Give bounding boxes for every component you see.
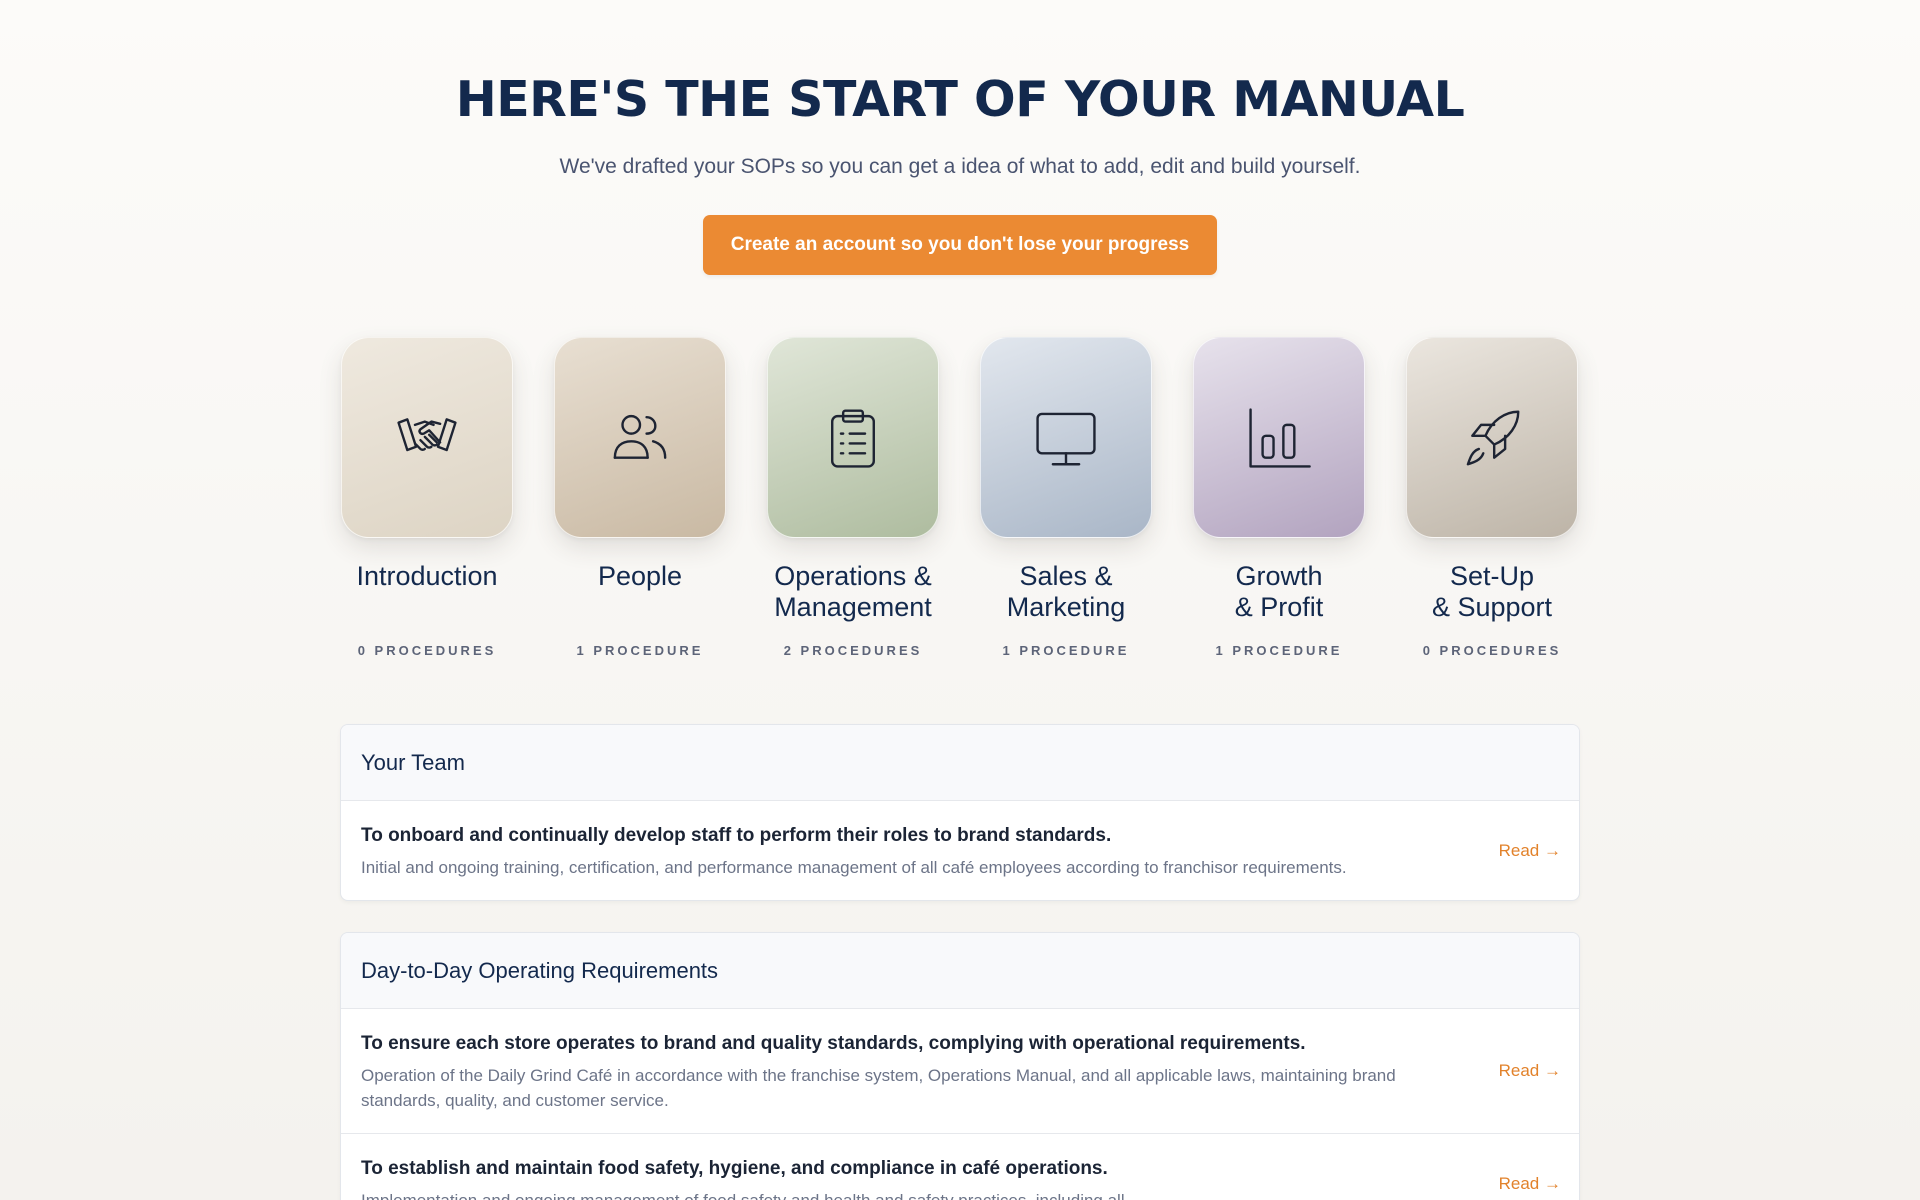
category-setup-support[interactable]: Set-Up & Support 0 PROCEDURES <box>1406 337 1578 658</box>
procedure-description: Implementation and ongoing management of… <box>361 1188 1419 1200</box>
section-title: Your Team <box>341 725 1579 801</box>
procedure-title: To establish and maintain food safety, h… <box>361 1158 1108 1179</box>
category-tile[interactable] <box>341 337 513 538</box>
procedure-description: Initial and ongoing training, certificat… <box>361 858 1347 877</box>
page-title: HERE'S THE START OF YOUR MANUAL <box>455 71 1465 128</box>
procedure-row[interactable]: To onboard and continually develop staff… <box>341 801 1579 900</box>
section-card-day-to-day: Day-to-Day Operating Requirements To ens… <box>340 932 1580 1200</box>
handshake-icon <box>397 417 457 451</box>
category-tile[interactable] <box>980 337 1152 538</box>
category-operations-management[interactable]: Operations & Management 2 PROCEDURES <box>767 337 939 658</box>
category-tile[interactable] <box>767 337 939 538</box>
category-growth-profit[interactable]: Growth & Profit 1 PROCEDURE <box>1193 337 1365 658</box>
section-title: Day-to-Day Operating Requirements <box>341 933 1579 1009</box>
section-card-your-team: Your Team To onboard and continually dev… <box>340 724 1580 901</box>
clipboard-icon <box>831 408 875 468</box>
procedure-row[interactable]: To establish and maintain food safety, h… <box>341 1134 1579 1200</box>
procedure-title: To ensure each store operates to brand a… <box>361 1033 1306 1054</box>
read-link[interactable]: Read → <box>1499 841 1561 861</box>
category-label: Set-Up & Support <box>1431 561 1553 622</box>
category-people[interactable]: People 1 PROCEDURE <box>554 337 726 658</box>
procedure-description: Operation of the Daily Grind Café in acc… <box>361 1066 1396 1110</box>
page-subtitle: We've drafted your SOPs so you can get a… <box>559 155 1361 178</box>
monitor-icon <box>1036 412 1096 465</box>
procedure-row[interactable]: To ensure each store operates to brand a… <box>341 1009 1579 1134</box>
create-account-button[interactable]: Create an account so you don't lose your… <box>703 215 1217 275</box>
category-grid: Introduction 0 PROCEDURES People 1 PROCE… <box>341 337 1581 667</box>
manual-page: HERE'S THE START OF YOUR MANUAL We've dr… <box>0 0 1920 1200</box>
read-link[interactable]: Read → <box>1499 1061 1561 1081</box>
category-count: 0 PROCEDURES <box>1422 643 1562 658</box>
category-tile[interactable] <box>1406 337 1578 538</box>
category-tile[interactable] <box>554 337 726 538</box>
category-tile[interactable] <box>1193 337 1365 538</box>
users-icon <box>613 414 667 459</box>
read-link[interactable]: Read → <box>1499 1174 1561 1194</box>
category-sales-marketing[interactable]: Sales & Marketing 1 PROCEDURE <box>980 337 1152 658</box>
bar-chart-icon <box>1249 407 1311 468</box>
procedure-title: To onboard and continually develop staff… <box>361 825 1112 846</box>
category-introduction[interactable]: Introduction 0 PROCEDURES <box>341 337 513 658</box>
rocket-icon <box>1466 410 1520 465</box>
